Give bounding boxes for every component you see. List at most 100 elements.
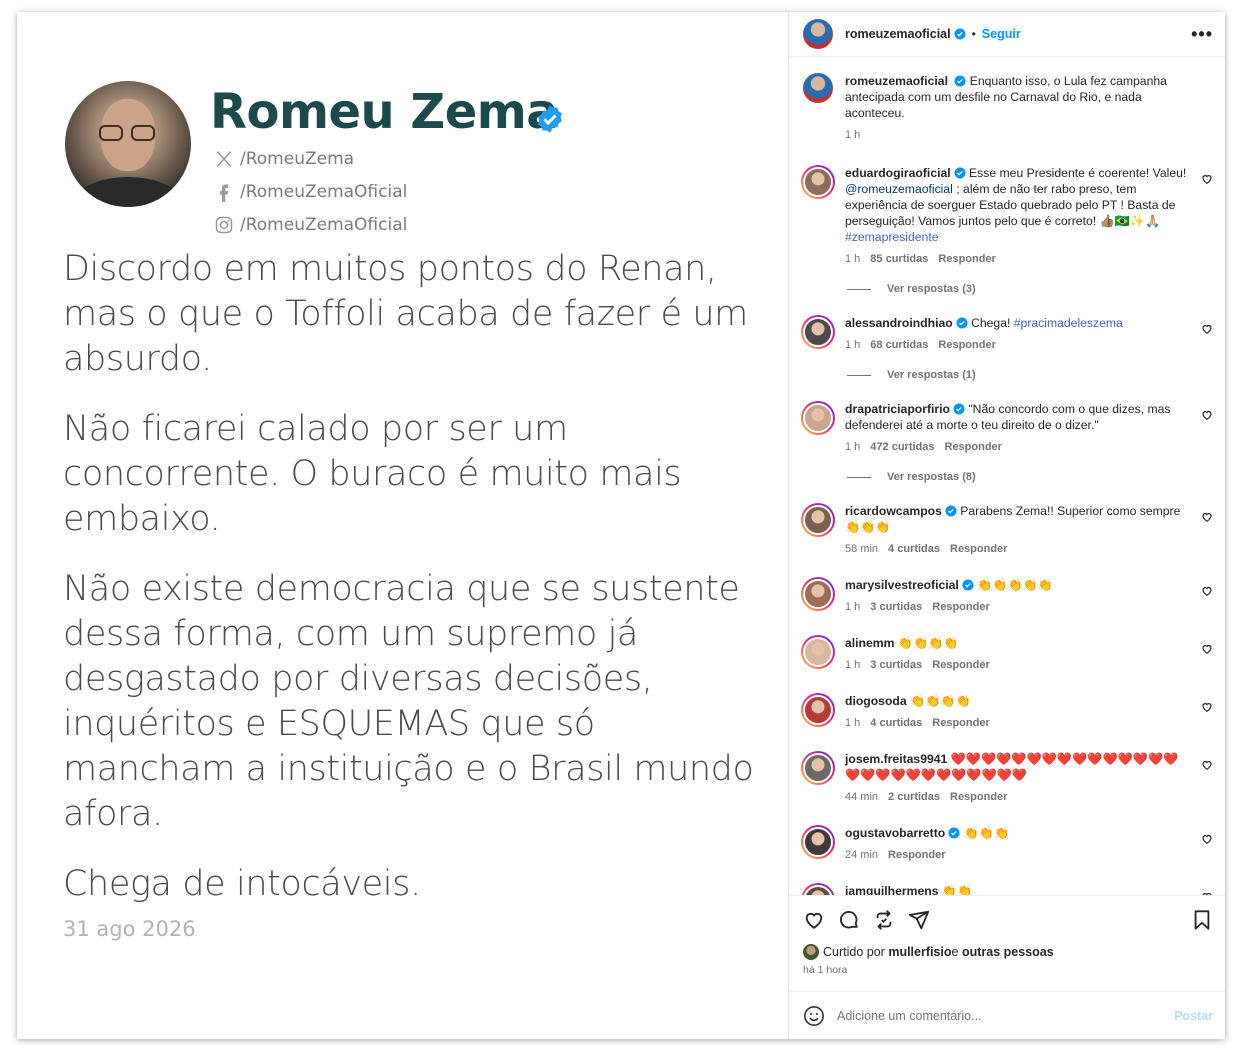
comment-like-heart-icon[interactable] [1201, 585, 1213, 597]
author-username[interactable]: romeuzemaoficial [845, 27, 951, 41]
comment-likes[interactable]: 3 curtidas [870, 657, 922, 673]
post-paragraph: Discordo em muitos pontos do Renan, mas … [63, 249, 748, 379]
comment-text-part: 👏👏👏👏👏 [977, 578, 1054, 592]
comment: drapatriciaporfirio "Não concordo com o … [801, 401, 1213, 455]
reply-button[interactable]: Responder [950, 789, 1007, 805]
comment-username[interactable]: iamguilhermens [845, 884, 938, 895]
comment-time: 1 h [845, 659, 861, 671]
view-replies-button[interactable]: Ver respostas (1) [847, 369, 1213, 381]
comment-text-part: 👏👏👏 [963, 826, 1010, 840]
reply-button[interactable]: Responder [938, 251, 995, 267]
profile-photo [65, 81, 191, 207]
view-replies-button[interactable]: Ver respostas (3) [847, 283, 1213, 295]
comment-username[interactable]: alinemm [845, 636, 894, 650]
comment-like-heart-icon[interactable] [1201, 891, 1213, 895]
liked-by: Curtido por mullerfisio e outras pessoas [803, 944, 1213, 960]
commenter-avatar[interactable] [801, 503, 835, 537]
liked-by-prefix: Curtido por [823, 945, 885, 959]
save-bookmark-icon[interactable] [1191, 909, 1213, 931]
reply-button[interactable]: Responder [950, 541, 1007, 557]
commenter-avatar[interactable] [801, 401, 835, 435]
commenter-avatar[interactable] [801, 315, 835, 349]
commenter-avatar[interactable] [801, 577, 835, 611]
post-date: 31 ago 2026 [63, 917, 196, 941]
follow-button[interactable]: Seguir [982, 27, 1021, 41]
replies-line [847, 288, 871, 290]
comment-username[interactable]: marysilvestreoficial [845, 578, 959, 592]
comment-icon[interactable] [838, 909, 860, 931]
comments-list[interactable]: romeuzemaoficial Enquanto isso, o Lula f… [789, 57, 1225, 895]
comment-like-heart-icon[interactable] [1201, 643, 1213, 655]
comment-text-part: 👏👏👏👏 [897, 636, 959, 650]
x-icon [216, 150, 232, 167]
liker-avatar[interactable] [803, 944, 819, 960]
commenter-avatar[interactable] [801, 165, 835, 199]
commenter-avatar[interactable] [801, 635, 835, 669]
comment: alinemm 👏👏👏👏 1 h 3 curtidas Responder [801, 635, 1213, 673]
comment-likes[interactable]: 85 curtidas [870, 251, 928, 267]
like-heart-icon[interactable] [803, 909, 825, 931]
comment-likes[interactable]: 2 curtidas [888, 789, 940, 805]
author-avatar[interactable] [803, 73, 833, 103]
comment-likes[interactable]: 3 curtidas [870, 599, 922, 615]
mention-link[interactable]: @romeuzemaoficial [845, 182, 953, 196]
commenter-avatar[interactable] [801, 825, 835, 859]
reply-button[interactable]: Responder [932, 657, 989, 673]
post-header: romeuzemaoficial • Seguir ••• [789, 12, 1225, 57]
replies-line [847, 374, 871, 376]
comment-likes[interactable]: 472 curtidas [870, 439, 934, 455]
comment-like-heart-icon[interactable] [1201, 511, 1213, 523]
comment-username[interactable]: josem.freitas9941 [845, 752, 947, 766]
comment-time: 24 min [845, 849, 879, 861]
more-options-icon[interactable]: ••• [1191, 24, 1213, 45]
repost-icon[interactable] [873, 909, 895, 931]
reply-button[interactable]: Responder [932, 715, 989, 731]
emoji-icon[interactable] [803, 1005, 825, 1027]
comment-like-heart-icon[interactable] [1201, 759, 1213, 771]
comment-like-heart-icon[interactable] [1201, 833, 1213, 845]
reply-button[interactable]: Responder [888, 847, 945, 863]
comment-input[interactable] [837, 1008, 1175, 1023]
comment-time: 1 h [845, 601, 861, 613]
reply-button[interactable]: Responder [938, 337, 995, 353]
verified-icon [954, 75, 966, 87]
comment-text-part: 👏👏 [941, 884, 973, 895]
handle-x-text: /RomeuZema [240, 148, 355, 169]
commenter-avatar[interactable] [801, 693, 835, 727]
comments-panel: romeuzemaoficial • Seguir ••• romeuzemao… [789, 12, 1225, 1039]
reply-button[interactable]: Responder [945, 439, 1002, 455]
commenter-avatar[interactable] [801, 751, 835, 785]
comment-username[interactable]: alessandroindhiao [845, 316, 953, 330]
comment-likes[interactable]: 4 curtidas [870, 715, 922, 731]
author-avatar[interactable] [803, 19, 833, 49]
post-time-ago: há 1 hora [803, 964, 848, 976]
comment-username[interactable]: drapatriciaporfirio [845, 402, 950, 416]
reply-button[interactable]: Responder [932, 599, 989, 615]
comment-likes[interactable]: 4 curtidas [888, 541, 940, 557]
comment-username[interactable]: ricardowcampos [845, 504, 942, 518]
share-icon[interactable] [908, 909, 930, 931]
hashtag-link[interactable]: #zemapresidente [845, 230, 939, 244]
comment-text: 👏👏 [942, 884, 972, 895]
comment-username[interactable]: diogosoda [845, 694, 907, 708]
liked-by-others[interactable]: outras pessoas [962, 945, 1054, 959]
comment-username[interactable]: eduardogiraoficial [845, 166, 951, 180]
replies-line [847, 476, 871, 478]
comment-like-heart-icon[interactable] [1201, 409, 1213, 421]
comment-time: 1 h [845, 253, 861, 265]
hashtag-link[interactable]: #pracimadeleszema [1014, 316, 1123, 330]
comment-like-heart-icon[interactable] [1201, 173, 1213, 185]
liked-by-user[interactable]: mullerfisio [888, 945, 951, 959]
instagram-icon [215, 216, 233, 233]
post-comment-button[interactable]: Postar [1174, 1009, 1213, 1023]
comment-time: 1 h [845, 339, 861, 351]
caption-username[interactable]: romeuzemaoficial [845, 74, 948, 88]
view-replies-label: Ver respostas (3) [887, 283, 976, 295]
post-text: Discordo em muitos pontos do Renan, mas … [63, 247, 763, 932]
view-replies-button[interactable]: Ver respostas (8) [847, 471, 1213, 483]
comment-like-heart-icon[interactable] [1201, 323, 1213, 335]
commenter-avatar[interactable] [801, 883, 835, 895]
comment-username[interactable]: ogustavobarretto [845, 826, 945, 840]
comment-like-heart-icon[interactable] [1201, 701, 1213, 713]
comment-likes[interactable]: 68 curtidas [870, 337, 928, 353]
